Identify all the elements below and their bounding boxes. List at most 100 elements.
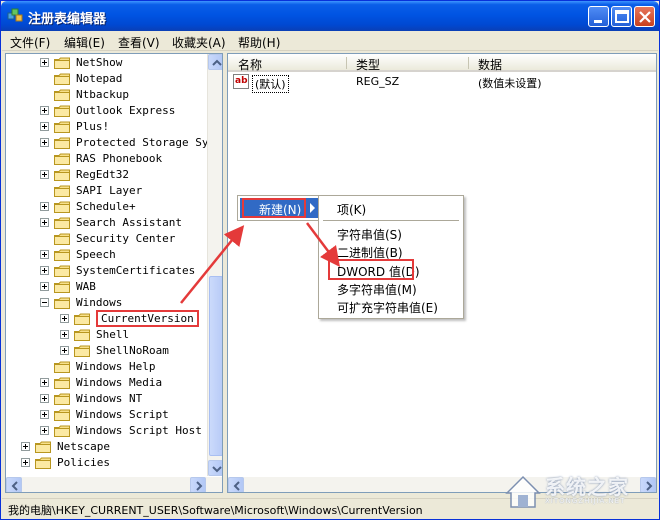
registry-key-tree[interactable]: NetShow Notepad Ntbackup Outlook Express Plu… <box>5 53 223 493</box>
tree-item[interactable]: Windows Script <box>6 407 206 423</box>
scroll-down-button[interactable] <box>208 460 222 476</box>
tree-item[interactable]: Outlook Express <box>6 103 206 119</box>
tree-item[interactable]: ShellNoRoam <box>6 343 206 359</box>
tree-item-label: Policies <box>57 456 110 469</box>
folder-icon <box>54 121 70 133</box>
tree-item[interactable]: SAPI Layer <box>6 183 206 199</box>
watermark-text: 系统之家 <box>545 475 629 499</box>
scroll-right-button[interactable] <box>190 477 206 492</box>
tree-item[interactable]: Windows Media <box>6 375 206 391</box>
column-data[interactable]: 数据 <box>478 56 502 73</box>
folder-icon <box>54 73 70 85</box>
folder-icon <box>74 329 90 341</box>
tree-item[interactable]: RAS Phonebook <box>6 151 206 167</box>
expand-toggle-icon[interactable] <box>40 282 49 291</box>
column-name[interactable]: 名称 <box>238 56 262 73</box>
tree-item[interactable]: WAB <box>6 279 206 295</box>
folder-icon <box>54 89 70 101</box>
expand-toggle-icon[interactable] <box>40 266 49 275</box>
submenu-multi-string-value[interactable]: 多字符串值(M) <box>337 281 417 298</box>
expand-toggle-icon[interactable] <box>60 330 69 339</box>
tree-item-label: Windows Media <box>76 376 163 389</box>
expand-toggle-icon[interactable] <box>40 250 49 259</box>
submenu-expandable-string-value[interactable]: 可扩充字符串值(E) <box>337 299 438 316</box>
expand-toggle-icon[interactable] <box>40 170 49 179</box>
expand-toggle-icon[interactable] <box>60 314 69 323</box>
folder-icon <box>54 137 70 149</box>
expand-toggle-icon[interactable] <box>21 442 30 451</box>
list-header: 名称 类型 数据 <box>228 54 656 73</box>
context-menu-new[interactable]: 新建(N) <box>240 198 320 218</box>
regedit-icon <box>7 8 23 22</box>
expand-toggle-icon[interactable] <box>40 410 49 419</box>
submenu-key[interactable]: 项(K) <box>337 201 366 218</box>
tree-item[interactable]: NetShow <box>6 55 206 71</box>
tree-vertical-scrollbar[interactable] <box>207 54 222 476</box>
expand-toggle-icon[interactable] <box>21 458 30 467</box>
column-divider[interactable] <box>468 57 469 69</box>
chevron-right-icon <box>196 481 203 491</box>
expand-toggle-icon[interactable] <box>40 138 49 147</box>
column-divider[interactable] <box>346 57 347 69</box>
tree-item[interactable]: RegEdt32 <box>6 167 206 183</box>
tree-item[interactable]: Schedule+ <box>6 199 206 215</box>
tree-item-label: Search Assistant <box>76 216 182 229</box>
tree-item[interactable]: Windows NT <box>6 391 206 407</box>
expand-toggle-icon[interactable] <box>60 346 69 355</box>
tree-horizontal-scrollbar[interactable] <box>6 477 222 492</box>
tree-item[interactable]: Windows <box>6 295 206 311</box>
tree-item[interactable]: Security Center <box>6 231 206 247</box>
expand-toggle-icon[interactable] <box>40 58 49 67</box>
tree-scroll-thumb[interactable] <box>209 276 222 456</box>
folder-icon <box>54 249 70 261</box>
expand-toggle-icon[interactable] <box>40 218 49 227</box>
maximize-icon <box>615 10 629 23</box>
tree-item[interactable]: Shell <box>6 327 206 343</box>
tree-item[interactable]: Protected Storage Sys <box>6 135 215 151</box>
submenu-string-value[interactable]: 字符串值(S) <box>337 226 402 243</box>
folder-icon <box>54 425 70 437</box>
folder-icon <box>54 233 70 245</box>
maximize-button[interactable] <box>611 6 632 27</box>
tree-item[interactable]: SystemCertificates <box>6 263 206 279</box>
value-name[interactable]: (默认) <box>252 75 289 93</box>
minimize-button[interactable] <box>588 6 609 27</box>
menu-view[interactable]: 查看(V) <box>118 34 160 51</box>
expand-toggle-icon[interactable] <box>40 122 49 131</box>
menu-separator <box>323 220 459 221</box>
folder-icon <box>54 217 70 229</box>
tree-item[interactable]: Speech <box>6 247 206 263</box>
watermark: 系统之家 XITONGZHIJIA.NET <box>501 467 656 515</box>
scroll-left-button[interactable] <box>6 477 22 492</box>
tree-item[interactable]: Netscape <box>6 439 206 455</box>
menu-help[interactable]: 帮助(H) <box>238 34 280 51</box>
scroll-left-button[interactable] <box>228 477 244 492</box>
close-button[interactable] <box>634 6 655 27</box>
status-path: 我的电脑\HKEY_CURRENT_USER\Software\Microsof… <box>8 504 423 517</box>
expand-toggle-icon[interactable] <box>40 202 49 211</box>
expand-toggle-icon[interactable] <box>40 106 49 115</box>
expand-toggle-icon[interactable] <box>40 298 49 307</box>
tree-item[interactable]: Notepad <box>6 71 206 87</box>
menu-favorites[interactable]: 收藏夹(A) <box>172 34 226 51</box>
tree-item-label: Plus! <box>76 120 110 133</box>
tree-item[interactable]: Windows Script Host <box>6 423 206 439</box>
value-type: REG_SZ <box>356 75 400 88</box>
folder-icon <box>54 409 70 421</box>
menu-file[interactable]: 文件(F) <box>10 34 50 51</box>
expand-toggle-icon[interactable] <box>40 394 49 403</box>
tree-item[interactable]: Ntbackup <box>6 87 206 103</box>
scroll-up-button[interactable] <box>208 54 222 70</box>
tree-item[interactable]: Windows Help <box>6 359 206 375</box>
expand-toggle-icon[interactable] <box>40 378 49 387</box>
column-type[interactable]: 类型 <box>356 56 380 73</box>
menu-edit[interactable]: 编辑(E) <box>64 34 105 51</box>
expand-toggle-icon[interactable] <box>40 426 49 435</box>
tree-item[interactable]: Policies <box>6 455 206 471</box>
tree-item[interactable]: Search Assistant <box>6 215 206 231</box>
title-bar[interactable]: 注册表编辑器 <box>1 1 659 31</box>
tree-item[interactable]: CurrentVersion <box>6 310 206 327</box>
tree-item[interactable]: Plus! <box>6 119 206 135</box>
tree-item-label: NetShow <box>76 56 123 69</box>
folder-icon <box>54 185 70 197</box>
